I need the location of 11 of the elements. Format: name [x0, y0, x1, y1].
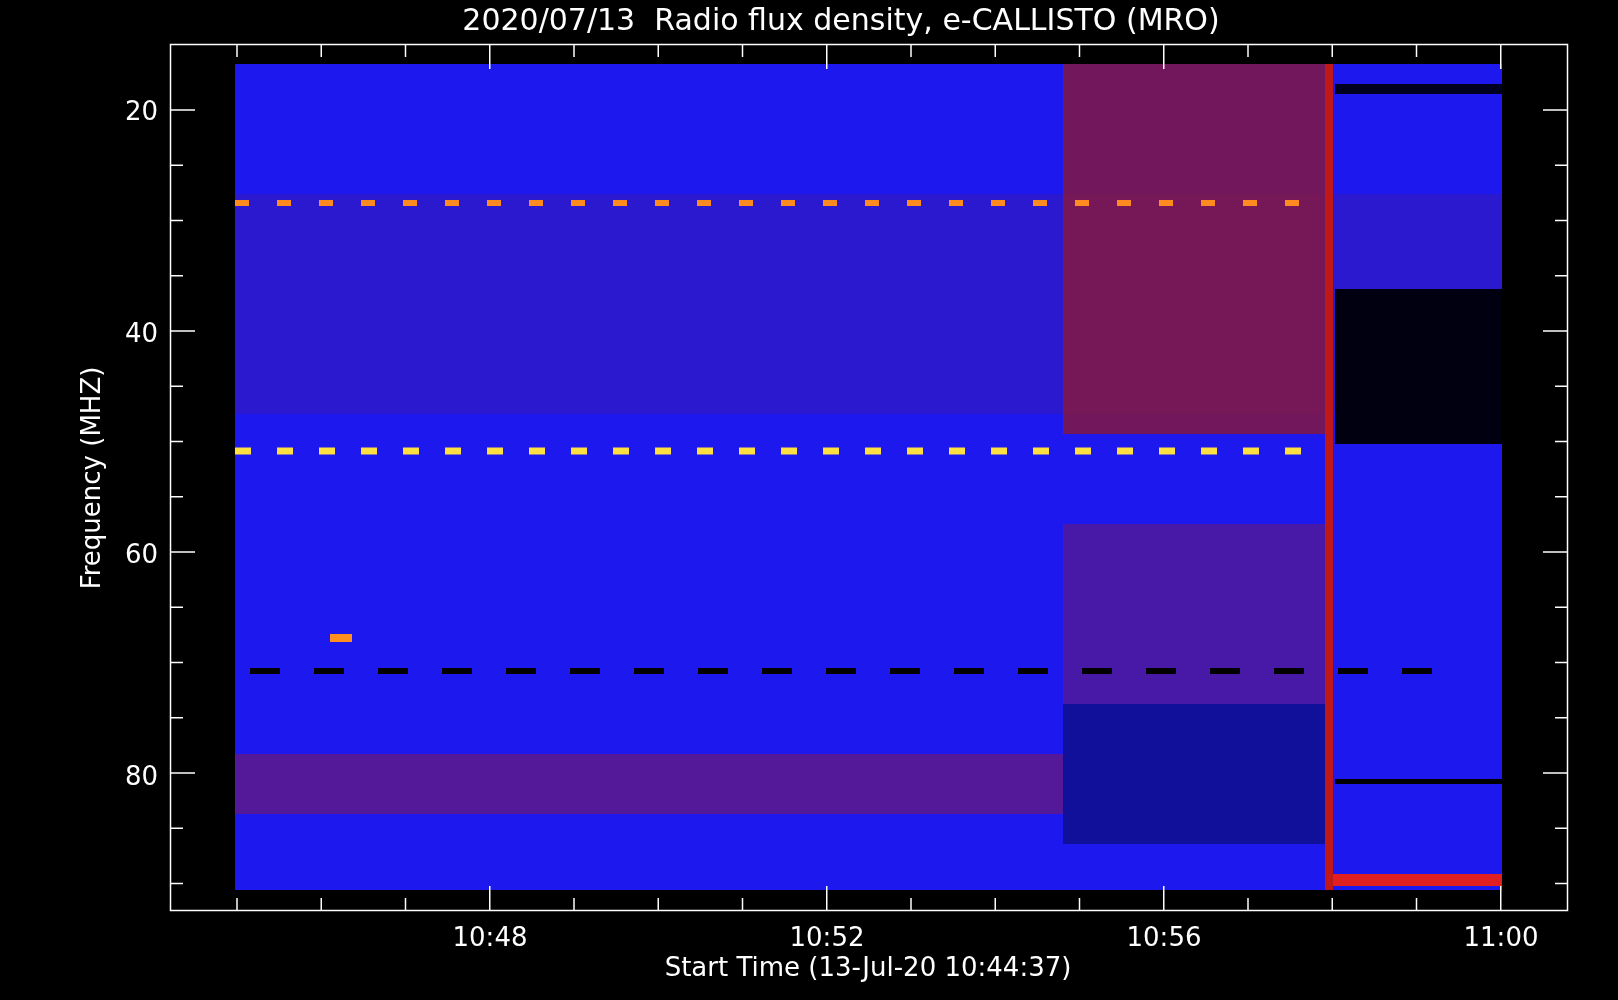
chart-title: 2020/07/13 Radio flux density, e-CALLISTO (MRO) [462, 2, 1220, 37]
y-tick-label: 80 [124, 760, 158, 791]
x-axis-label: Start Time (13-Jul-20 10:44:37) [664, 952, 1072, 982]
x-tick-label: 10:48 [452, 922, 528, 952]
y-tick-label: 60 [124, 539, 158, 569]
y-axis-label: Frequency (MHZ) [76, 366, 106, 590]
x-tick-label: 10:56 [1126, 922, 1202, 952]
y-tick-label: 20 [124, 96, 158, 126]
x-tick-label: 11:00 [1463, 922, 1539, 952]
y-tick-label: 40 [124, 317, 158, 348]
x-tick-label: 10:52 [789, 922, 865, 952]
